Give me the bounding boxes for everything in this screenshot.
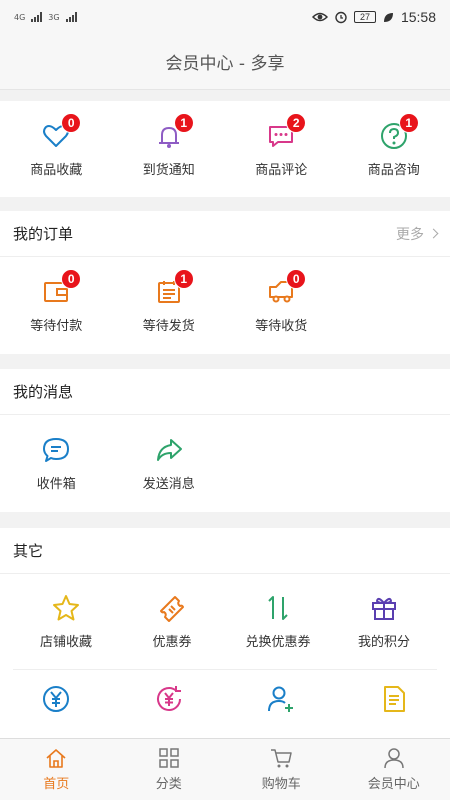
badge: 2 bbox=[286, 112, 307, 133]
pending-receipt-label: 等待收货 bbox=[255, 318, 308, 334]
inbox-button[interactable]: 收件箱 bbox=[0, 415, 113, 511]
network-label-2: 3G bbox=[48, 12, 60, 22]
badge: 1 bbox=[173, 112, 194, 133]
reviews-label: 商品评论 bbox=[255, 162, 308, 178]
document-button[interactable] bbox=[338, 684, 450, 714]
points-label: 我的积分 bbox=[357, 635, 410, 650]
arrival-notice-label: 到货通知 bbox=[142, 162, 195, 178]
alarm-icon bbox=[335, 11, 347, 24]
orders-header: 我的订单 更多 bbox=[0, 211, 450, 257]
tab-label: 会员中心 bbox=[367, 777, 420, 792]
inquiry-button[interactable]: 1 商品咨询 bbox=[338, 101, 450, 197]
star-icon bbox=[53, 595, 79, 621]
tab-bar: 首页 分类 购物车 会员中心 bbox=[0, 738, 450, 800]
quick-section: 0 商品收藏 1 到货通知 2 商品评论 1 商品咨询 bbox=[0, 101, 450, 197]
tab-label: 分类 bbox=[155, 777, 182, 792]
others-header: 其它 bbox=[0, 528, 450, 574]
pending-shipment-button[interactable]: 1 等待发货 bbox=[113, 257, 226, 353]
send-message-button[interactable]: 发送消息 bbox=[113, 415, 226, 511]
tab-label: 购物车 bbox=[261, 777, 301, 792]
home-icon bbox=[46, 749, 66, 768]
messages-header: 我的消息 bbox=[0, 369, 450, 415]
status-right: 27 15:58 bbox=[311, 9, 436, 25]
chevron-right-icon bbox=[428, 228, 439, 239]
user-icon bbox=[384, 748, 404, 769]
clock: 15:58 bbox=[400, 9, 436, 25]
favorites-label: 商品收藏 bbox=[30, 162, 83, 178]
others-section: 其它 店铺收藏 优惠券 兑换优惠券 我的积分 bbox=[0, 528, 450, 738]
pending-shipment-label: 等待发货 bbox=[142, 318, 195, 334]
grid-icon bbox=[159, 748, 179, 768]
coupons-label: 优惠券 bbox=[152, 635, 192, 650]
yen-refresh-icon bbox=[156, 686, 181, 711]
orders-section: 我的订单 更多 0 等待付款 1 等待发货 0 等待收货 bbox=[0, 211, 450, 354]
inbox-label: 收件箱 bbox=[36, 476, 76, 492]
redeem-coupon-button[interactable]: 兑换优惠券 bbox=[225, 574, 331, 669]
section-title: 我的订单 bbox=[13, 225, 74, 243]
share-arrow-icon bbox=[156, 438, 182, 461]
header: 会员中心 - 多享 bbox=[0, 34, 450, 90]
more-label: 更多 bbox=[396, 226, 424, 243]
add-user-icon bbox=[268, 686, 294, 712]
page-title: 会员中心 - 多享 bbox=[165, 54, 285, 74]
pending-payment-label: 等待付款 bbox=[30, 318, 83, 334]
badge: 0 bbox=[286, 268, 307, 289]
favorites-button[interactable]: 0 商品收藏 bbox=[0, 101, 113, 197]
send-message-label: 发送消息 bbox=[142, 476, 195, 492]
document-icon bbox=[383, 686, 405, 712]
signal-icon bbox=[31, 12, 43, 22]
points-button[interactable]: 我的积分 bbox=[331, 574, 437, 669]
signal-group: 4G 3G bbox=[14, 12, 77, 22]
badge: 1 bbox=[398, 112, 419, 133]
yen-circle-icon bbox=[43, 686, 70, 712]
tab-label: 首页 bbox=[43, 777, 70, 792]
gift-icon bbox=[372, 597, 396, 620]
badge: 1 bbox=[173, 268, 194, 289]
reviews-button[interactable]: 2 商品评论 bbox=[225, 101, 338, 197]
signal-icon-2 bbox=[65, 12, 77, 22]
cart-icon bbox=[271, 749, 292, 768]
ticket-icon bbox=[160, 596, 184, 622]
inquiry-label: 商品咨询 bbox=[367, 162, 420, 178]
tab-category[interactable]: 分类 bbox=[113, 739, 226, 800]
messages-section: 我的消息 收件箱 发送消息 bbox=[0, 369, 450, 512]
badge: 0 bbox=[61, 112, 82, 133]
balance-button[interactable] bbox=[0, 684, 113, 714]
eye-icon bbox=[311, 12, 328, 22]
store-favorites-label: 店铺收藏 bbox=[39, 635, 92, 650]
section-title: 我的消息 bbox=[13, 383, 74, 401]
refund-button[interactable] bbox=[113, 684, 226, 714]
section-title: 其它 bbox=[13, 542, 44, 560]
battery-icon: 27 bbox=[353, 11, 376, 23]
tab-cart[interactable]: 购物车 bbox=[225, 739, 338, 800]
pending-payment-button[interactable]: 0 等待付款 bbox=[0, 257, 113, 353]
badge: 0 bbox=[61, 268, 82, 289]
network-label-1: 4G bbox=[14, 12, 26, 22]
tab-member[interactable]: 会员中心 bbox=[338, 739, 450, 800]
arrival-notice-button[interactable]: 1 到货通知 bbox=[113, 101, 226, 197]
status-bar: 4G 3G 27 15:58 bbox=[0, 0, 450, 34]
message-bubble-icon bbox=[43, 437, 70, 462]
exchange-icon bbox=[268, 596, 288, 620]
more-orders-link[interactable]: 更多 bbox=[396, 224, 439, 244]
pending-receipt-button[interactable]: 0 等待收货 bbox=[225, 257, 338, 353]
coupons-button[interactable]: 优惠券 bbox=[119, 574, 225, 669]
store-favorites-button[interactable]: 店铺收藏 bbox=[13, 574, 119, 669]
redeem-coupon-label: 兑换优惠券 bbox=[245, 635, 311, 650]
leaf-icon bbox=[383, 12, 393, 22]
invite-user-button[interactable] bbox=[225, 684, 338, 714]
tab-home[interactable]: 首页 bbox=[0, 739, 113, 800]
